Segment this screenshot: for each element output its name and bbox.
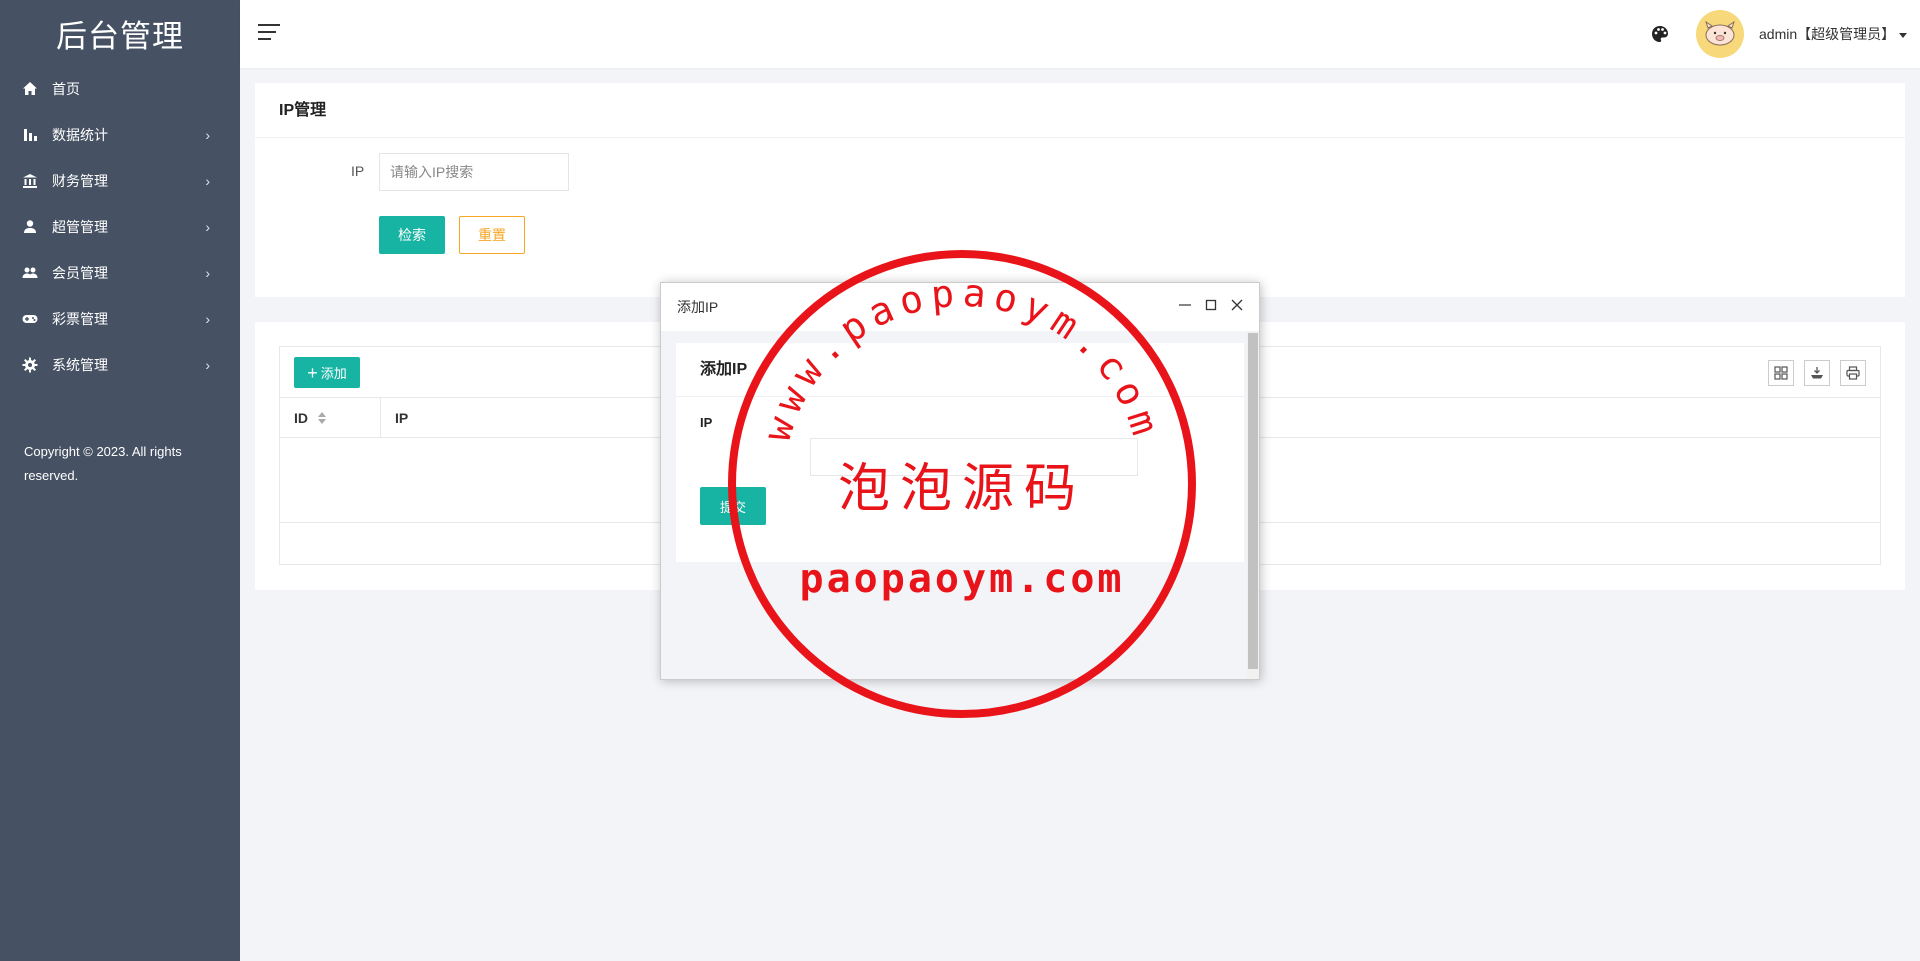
add-button-label: 添加 — [320, 366, 347, 381]
sidebar-item-label: 首页 — [52, 81, 80, 97]
sidebar-item-members[interactable]: 会员管理 › — [0, 250, 240, 296]
column-header-id[interactable]: ID — [280, 398, 381, 437]
ip-field-label: IP — [700, 415, 713, 430]
sidebar-item-finance[interactable]: 财务管理 › — [0, 158, 240, 204]
sidebar-item-label: 会员管理 — [52, 265, 108, 281]
bar-chart-icon — [22, 127, 38, 143]
columns-icon[interactable] — [1768, 360, 1794, 386]
export-icon[interactable] — [1804, 360, 1830, 386]
menu-toggle-icon[interactable] — [258, 24, 280, 42]
sidebar-item-home[interactable]: 首页 — [0, 66, 240, 112]
copyright-text: Copyright © 2023. All rights reserved. — [24, 444, 182, 483]
home-icon — [22, 81, 38, 97]
dialog-controls — [1179, 299, 1243, 311]
dialog-body: 添加IP IP 提交 — [676, 343, 1244, 562]
reset-button[interactable]: 重置 — [459, 216, 525, 254]
chevron-right-icon: › — [205, 311, 210, 327]
sidebar-item-lottery[interactable]: 彩票管理 › — [0, 296, 240, 342]
dialog-scrollbar[interactable] — [1247, 331, 1259, 679]
sidebar-item-label: 数据统计 — [52, 127, 108, 143]
search-panel: IP管理 IP 检索 重置 — [255, 83, 1905, 297]
dialog-title: 添加IP — [677, 299, 719, 315]
chevron-right-icon: › — [205, 357, 210, 373]
print-icon[interactable] — [1840, 360, 1866, 386]
people-icon — [22, 265, 38, 281]
dialog-header: 添加IP — [661, 283, 1259, 331]
add-ip-dialog: 添加IP 添加IP IP 提交 — [660, 282, 1260, 680]
palette-icon[interactable] — [1650, 24, 1670, 44]
plus-icon: + — [307, 362, 318, 383]
sidebar-item-super-admin[interactable]: 超管管理 › — [0, 204, 240, 250]
sidebar: 后台管理 首页 数据统计 › 财务管理 › 超管管理 › 会员管理 › 彩票管理… — [0, 0, 240, 961]
user-label: admin【超级管理员】 — [1759, 26, 1896, 42]
chevron-right-icon: › — [205, 265, 210, 281]
gamepad-icon — [22, 311, 38, 327]
scrollbar-thumb[interactable] — [1248, 333, 1258, 669]
ip-field[interactable] — [810, 438, 1138, 476]
gear-icon — [22, 357, 38, 373]
column-label: ID — [294, 409, 308, 426]
sidebar-item-label: 超管管理 — [52, 219, 108, 235]
sidebar-item-system[interactable]: 系统管理 › — [0, 342, 240, 388]
close-icon[interactable] — [1231, 299, 1243, 311]
sidebar-item-label: 彩票管理 — [52, 311, 108, 327]
table-tools — [1768, 360, 1866, 386]
chevron-right-icon: › — [205, 219, 210, 235]
ip-label: IP — [351, 163, 365, 179]
brand-title: 后台管理 — [56, 18, 184, 54]
form-title: 添加IP — [676, 343, 1244, 397]
ip-search-input[interactable] — [379, 153, 569, 191]
minimize-icon[interactable] — [1179, 299, 1191, 311]
search-button[interactable]: 检索 — [379, 216, 445, 254]
chevron-right-icon: › — [205, 173, 210, 189]
page-title: IP管理 — [255, 83, 1905, 138]
submit-button[interactable]: 提交 — [700, 487, 766, 525]
sidebar-item-stats[interactable]: 数据统计 › — [0, 112, 240, 158]
chevron-right-icon: › — [205, 127, 210, 143]
caret-down-icon — [1899, 32, 1908, 38]
user-menu[interactable]: admin【超级管理员】 — [1759, 24, 1908, 44]
sort-icon[interactable] — [318, 411, 326, 424]
avatar[interactable] — [1696, 10, 1744, 58]
topbar: admin【超级管理员】 — [240, 0, 1920, 68]
column-label: IP — [395, 409, 409, 426]
bank-icon — [22, 173, 38, 189]
maximize-icon[interactable] — [1205, 299, 1217, 311]
sidebar-item-label: 财务管理 — [52, 173, 108, 189]
sidebar-item-label: 系统管理 — [52, 357, 108, 373]
person-icon — [22, 219, 38, 235]
add-button[interactable]: + 添加 — [294, 357, 360, 388]
